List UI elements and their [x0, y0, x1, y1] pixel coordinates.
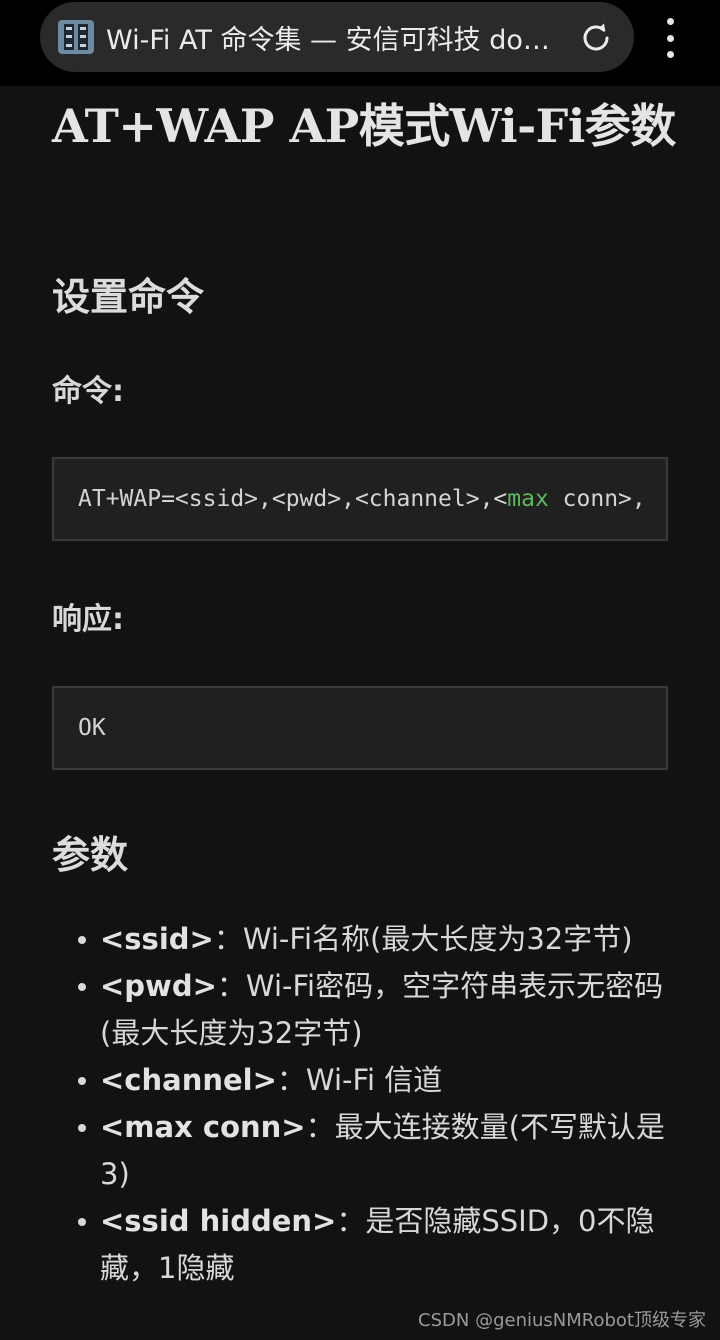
list-item: <max conn>：最大连接数量(不写默认是3) — [52, 1104, 668, 1198]
response-label: 响应: — [52, 602, 124, 637]
more-vert-icon[interactable] — [660, 18, 680, 58]
list-item: <ssid>：Wi-Fi名称(最大长度为32字节) — [52, 916, 668, 963]
command-text: AT+WAP=<ssid>,<pwd>,<channel>,< — [78, 486, 508, 512]
response-text: OK — [78, 715, 106, 741]
param-name: <max conn> — [100, 1110, 306, 1144]
command-code-block[interactable]: AT+WAP=<ssid>,<pwd>,<channel>,<max conn>… — [52, 457, 668, 541]
param-desc: ：Wi-Fi 信道 — [276, 1063, 443, 1097]
param-name: <ssid hidden> — [100, 1204, 337, 1238]
set-command-heading: 设置命令 — [52, 275, 205, 319]
tab-title[interactable]: Wi-Fi AT 命令集 — 安信可科技 do… — [106, 18, 566, 57]
watermark: CSDN @geniusNMRobot顶级专家 — [418, 1310, 706, 1331]
response-code-block[interactable]: OK — [52, 686, 668, 770]
param-name: <channel> — [100, 1063, 277, 1097]
command-label: 命令: — [52, 374, 124, 409]
command-keyword: max — [507, 486, 549, 512]
reload-icon[interactable] — [578, 20, 614, 56]
docs-site-icon — [58, 20, 94, 54]
params-list: <ssid>：Wi-Fi名称(最大长度为32字节) <pwd>：Wi-Fi密码，… — [52, 916, 668, 1292]
browser-toolbar: Wi-Fi AT 命令集 — 安信可科技 do… — [0, 0, 720, 86]
address-bar[interactable]: Wi-Fi AT 命令集 — 安信可科技 do… — [40, 2, 634, 72]
list-item: <pwd>：Wi-Fi密码，空字符串表示无密码(最大长度为32字节) — [52, 963, 668, 1057]
param-name: <ssid> — [100, 922, 214, 956]
list-item: <channel>：Wi-Fi 信道 — [52, 1057, 668, 1104]
param-name: <pwd> — [100, 969, 217, 1003]
param-desc: ：Wi-Fi名称(最大长度为32字节) — [213, 922, 633, 956]
params-heading: 参数 — [52, 833, 129, 877]
command-rest: conn>, — [548, 486, 646, 512]
page-title: AT+WAP AP模式Wi-Fi参数 — [52, 99, 676, 153]
list-item: <ssid hidden>：是否隐藏SSID，0不隐藏，1隐藏 — [52, 1198, 668, 1292]
